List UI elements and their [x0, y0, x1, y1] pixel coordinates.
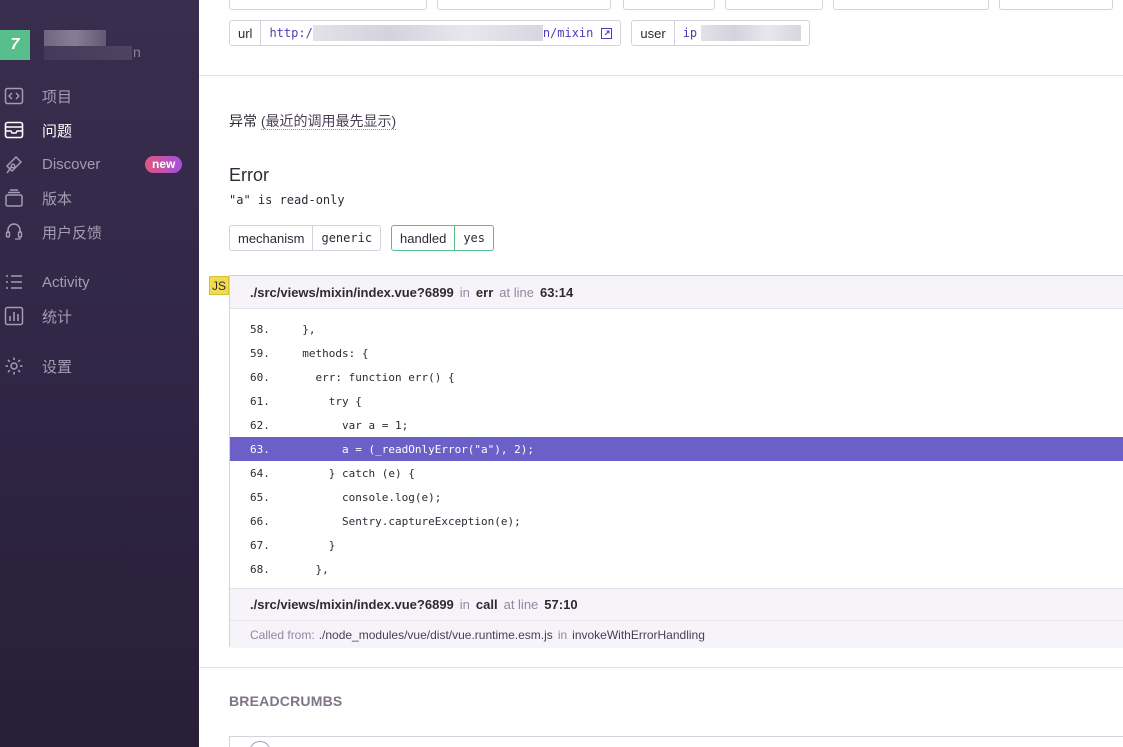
- code-line: 61. try {: [250, 394, 362, 408]
- frame-position: 57:10: [544, 597, 578, 612]
- exception-type: Error: [229, 165, 269, 185]
- tag-key: handled: [392, 226, 456, 250]
- breadcrumbs-table: [229, 736, 1123, 747]
- tag-key: url: [230, 21, 262, 45]
- list-icon: [4, 272, 24, 292]
- support-icon: [4, 222, 24, 242]
- code-line: 58. },: [250, 322, 316, 336]
- sidebar-item-issues[interactable]: 问题: [0, 115, 199, 145]
- sidebar-item-label: 用户反馈: [42, 224, 103, 242]
- called-from-function: invokeWithErrorHandling: [572, 627, 705, 642]
- external-link-icon[interactable]: [601, 27, 613, 39]
- tag-user[interactable]: user ip: [631, 20, 811, 46]
- tag-handled[interactable]: handled yes: [391, 225, 495, 251]
- sidebar-item-releases[interactable]: 版本: [0, 183, 199, 213]
- platform-badge: JS: [209, 276, 229, 295]
- tag-list: url http:/ n/mixin user ip: [229, 20, 811, 46]
- section-divider: [199, 667, 1123, 668]
- tag-mechanism[interactable]: mechanism generic: [229, 225, 382, 251]
- stack-frame-header[interactable]: ./src/views/mixin/index.vue?6899 in call…: [230, 588, 1123, 620]
- org-switcher[interactable]: 7 n: [0, 30, 199, 60]
- sidebar-item-label: 设置: [42, 358, 73, 376]
- code-line-highlighted: 63. a = (_readOnlyError("a"), 2);: [230, 437, 1123, 461]
- sidebar-item-stats[interactable]: 统计: [0, 301, 199, 331]
- code-line: 65. console.log(e);: [250, 490, 442, 504]
- frame-function: call: [475, 597, 498, 612]
- sidebar: 7 n 项目 问题 Discover new 版本 用户反馈 Activity …: [0, 0, 199, 747]
- code-line: 62. var a = 1;: [250, 418, 409, 432]
- frame-position: 63:14: [539, 284, 574, 300]
- sidebar-item-discover[interactable]: Discover new: [0, 149, 199, 179]
- section-divider: [199, 75, 1123, 76]
- layers-icon: [4, 188, 24, 208]
- tag-value: yes: [463, 231, 486, 245]
- gear-icon: [4, 356, 24, 376]
- main-content: url http:/ n/mixin user ip 异常 (最近的调用最先显示…: [199, 0, 1123, 747]
- code-line: 68. },: [250, 562, 329, 576]
- exception-message: "a" is read-only: [229, 193, 345, 207]
- stack-trace: ./src/views/mixin/index.vue?6899 in err …: [229, 275, 1123, 648]
- stack-frame-header[interactable]: ./src/views/mixin/index.vue?6899 in err …: [230, 276, 1123, 308]
- sidebar-item-settings[interactable]: 设置: [0, 351, 199, 381]
- sidebar-item-projects[interactable]: 项目: [0, 81, 199, 111]
- sidebar-item-user-feedback[interactable]: 用户反馈: [0, 217, 199, 247]
- tag-value[interactable]: http:/ n/mixin: [261, 21, 620, 45]
- code-line: 64. } catch (e) {: [250, 466, 415, 480]
- code-icon: [4, 86, 24, 106]
- org-name-redacted-2: [44, 46, 132, 60]
- order-toggle[interactable]: (最近的调用最先显示): [260, 113, 397, 130]
- telescope-icon: [4, 154, 24, 174]
- called-from: Called from: ./node_modules/vue/dist/vue…: [230, 620, 1123, 648]
- tag-url[interactable]: url http:/ n/mixin: [229, 20, 622, 46]
- inbox-icon: [4, 120, 24, 140]
- code-context: 58. }, 59. methods: { 60. err: function …: [230, 308, 1123, 588]
- bar-chart-icon: [4, 306, 24, 326]
- new-badge: new: [145, 155, 183, 173]
- called-from-path: ./node_modules/vue/dist/vue.runtime.esm.…: [318, 627, 553, 642]
- tags-row-above: [229, 0, 1113, 10]
- breadcrumbs-title: BREADCRUMBS: [229, 693, 343, 709]
- code-line: 60. err: function err() {: [250, 370, 455, 384]
- sidebar-item-label: Discover: [42, 155, 101, 173]
- frame-filename: ./src/views/mixin/index.vue?6899: [250, 597, 454, 612]
- sidebar-item-label: 统计: [42, 308, 73, 326]
- redacted-ip: [701, 25, 802, 41]
- tag-value: generic: [321, 231, 373, 245]
- org-name-tail: n: [133, 44, 141, 60]
- mechanism-tags: mechanism generic handled yes: [229, 225, 495, 251]
- code-line: 67. }: [250, 538, 336, 552]
- code-line: 66. Sentry.captureException(e);: [250, 514, 521, 528]
- sidebar-item-label: 问题: [42, 122, 73, 140]
- org-name-redacted: [44, 30, 106, 46]
- redacted-url: [312, 25, 543, 41]
- frame-filename: ./src/views/mixin/index.vue?6899: [250, 284, 454, 300]
- code-line: 59. methods: {: [250, 346, 369, 360]
- sidebar-item-activity[interactable]: Activity: [0, 267, 199, 297]
- sidebar-item-label: Activity: [42, 273, 90, 291]
- org-avatar: 7: [0, 30, 30, 60]
- sidebar-item-label: 项目: [42, 88, 73, 106]
- exception-section-title: 异常 (最近的调用最先显示): [229, 113, 397, 130]
- tag-value[interactable]: ip: [675, 21, 809, 45]
- tag-key: user: [632, 21, 675, 45]
- sidebar-item-label: 版本: [42, 190, 73, 208]
- tag-key: mechanism: [230, 226, 314, 250]
- frame-function: err: [475, 284, 494, 300]
